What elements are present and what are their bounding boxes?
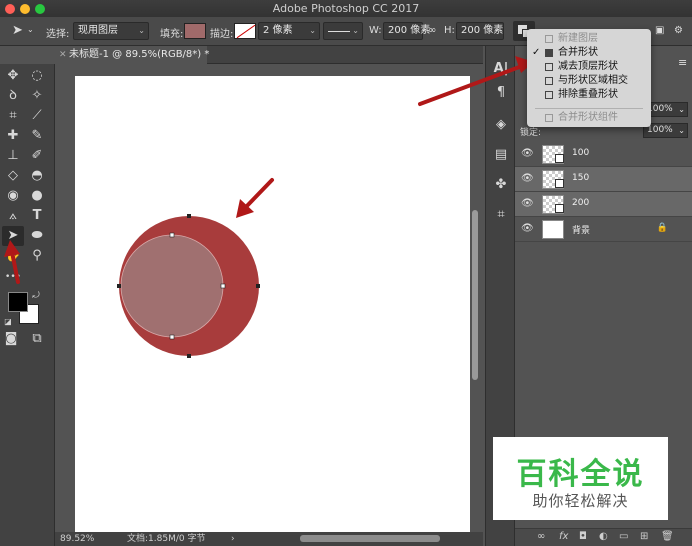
path-operations-menu: 新建图层 ✓ 合并形状 减去顶层形状 与形状区域相交 排除重叠形状 合并形状组件 — [527, 29, 651, 127]
anchor-point[interactable] — [220, 283, 226, 289]
anchor-point[interactable] — [187, 214, 191, 218]
annotation-arrow — [4, 240, 20, 284]
anchor-point[interactable] — [256, 284, 260, 288]
menu-separator — [535, 108, 643, 109]
intersect-shapes-icon — [545, 77, 553, 85]
menu-item-combine-shapes[interactable]: ✓ 合并形状 — [527, 46, 651, 60]
menu-item-intersect-shapes[interactable]: 与形状区域相交 — [527, 74, 651, 88]
combine-shapes-icon — [545, 49, 553, 57]
subtract-shape-icon — [545, 63, 553, 71]
menu-item-merge-shape-components[interactable]: 合并形状组件 — [527, 111, 651, 125]
menu-item-subtract-front-shape[interactable]: 减去顶层形状 — [527, 60, 651, 74]
menu-item-exclude-overlapping[interactable]: 排除重叠形状 — [527, 88, 651, 102]
merge-components-icon — [545, 114, 553, 122]
menu-item-new-layer[interactable]: 新建图层 — [527, 32, 651, 46]
annotation-arrow — [236, 178, 274, 218]
anchor-point[interactable] — [169, 334, 175, 340]
annotation-arrow — [418, 56, 534, 106]
anchor-point[interactable] — [117, 284, 121, 288]
anchor-point[interactable] — [169, 232, 175, 238]
exclude-shapes-icon — [545, 91, 553, 99]
new-layer-icon — [545, 35, 553, 43]
inner-circle-shape[interactable] — [121, 235, 223, 337]
anchor-point[interactable] — [187, 354, 191, 358]
checkmark-icon: ✓ — [532, 47, 541, 58]
